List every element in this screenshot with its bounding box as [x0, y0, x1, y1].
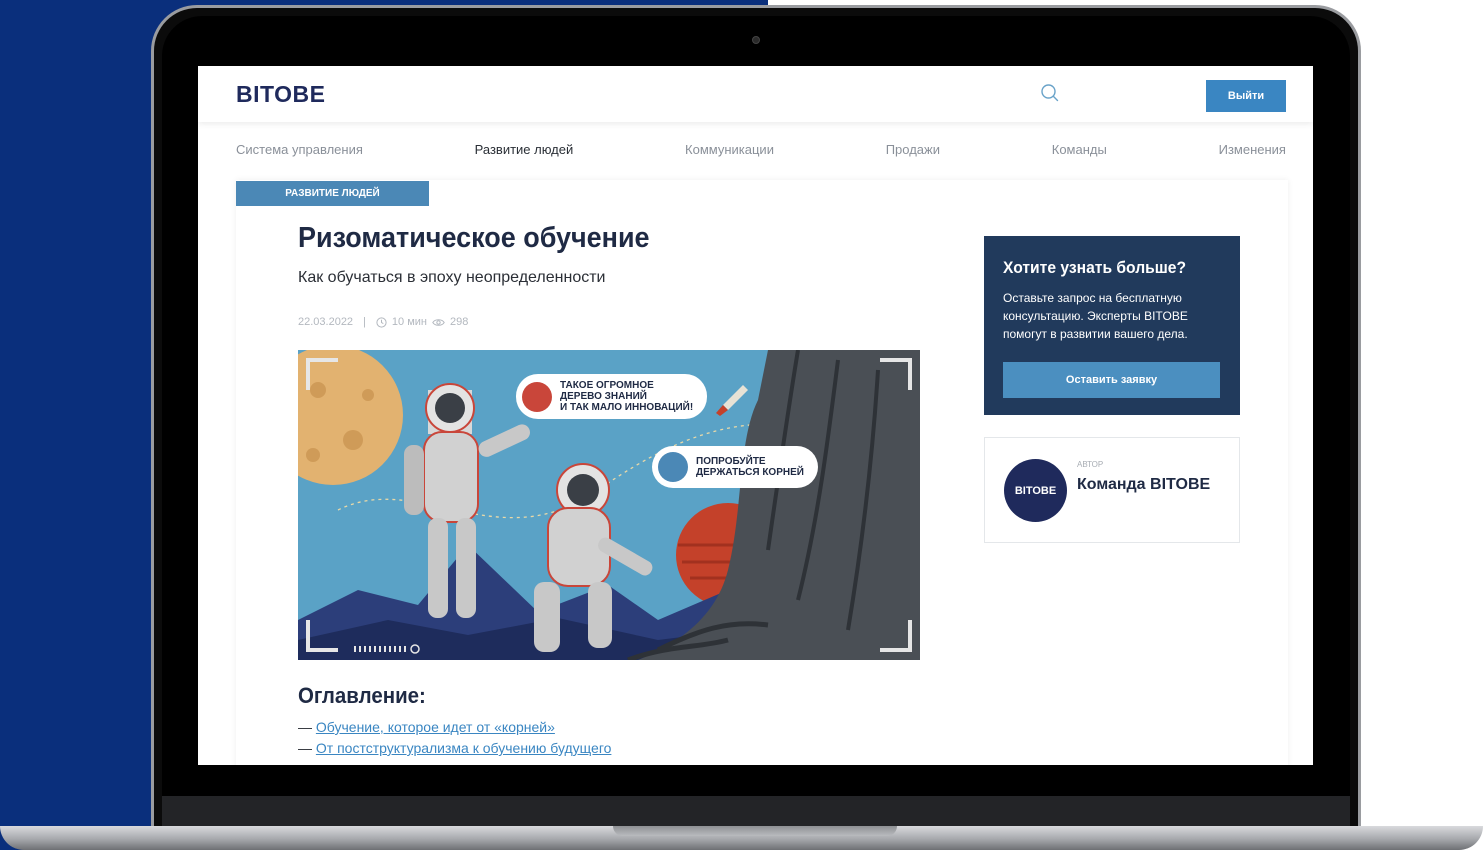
nav-item-sales[interactable]: Продажи	[886, 142, 940, 160]
meta-separator: |	[363, 316, 366, 328]
read-time: 10 мин	[391, 316, 427, 328]
toc-dash: —	[298, 740, 316, 756]
laptop-chin	[162, 796, 1350, 830]
top-bar: BITOBE Выйти	[198, 66, 1313, 122]
logo[interactable]: BITOBE	[236, 81, 325, 108]
toc-item: — Обучение, которое идет от «корней»	[298, 719, 555, 735]
logout-button[interactable]: Выйти	[1206, 80, 1286, 112]
nav-item-communications[interactable]: Коммуникации	[685, 142, 774, 160]
user-avatar-icon	[522, 381, 552, 412]
hero-image: ТАКОЕ ОГРОМНОЕ ДЕРЕВО ЗНАНИЙ И ТАК МАЛО …	[298, 350, 920, 660]
screen: BITOBE Выйти Система управления Развитие…	[198, 66, 1313, 765]
eye-icon	[432, 318, 445, 326]
author-name[interactable]: Команда BITOBE	[1077, 476, 1210, 494]
toc-dash: —	[298, 719, 316, 735]
hero-speech-bubble-1: ТАКОЕ ОГРОМНОЕ ДЕРЕВО ЗНАНИЙ И ТАК МАЛО …	[516, 374, 708, 419]
clock-icon	[376, 316, 387, 328]
main-nav: Система управления Развитие людей Коммун…	[236, 142, 1286, 160]
toc-title: Оглавление:	[298, 683, 426, 708]
toc-link-roots[interactable]: Обучение, которое идет от «корней»	[316, 719, 555, 735]
category-tag[interactable]: РАЗВИТИЕ ЛЮДЕЙ	[236, 181, 429, 206]
cta-title: Хотите узнать больше?	[1003, 258, 1187, 277]
laptop-notch	[613, 826, 897, 836]
view-count: 298	[450, 316, 469, 328]
search-icon[interactable]	[1040, 83, 1060, 103]
nav-item-management[interactable]: Система управления	[236, 142, 363, 160]
cta-text: Оставьте запрос на бесплатную консультац…	[1003, 291, 1188, 341]
toc-link-poststructuralism[interactable]: От постструктурализма к обучению будущег…	[316, 740, 612, 756]
author-label: АВТОР	[1077, 460, 1104, 469]
nav-item-people[interactable]: Развитие людей	[475, 142, 574, 160]
author-box: BITOBE АВТОР Команда BITOBE	[984, 437, 1240, 543]
author-avatar[interactable]: BITOBE	[1004, 459, 1067, 522]
article-meta: 22.03.2022 | 10 мин 298	[298, 316, 468, 328]
cta-box: Хотите узнать больше? Оставьте запрос на…	[984, 236, 1240, 415]
article-title: Ризоматическое обучение	[298, 222, 650, 254]
bubble-2-text: ПОПРОБУЙТЕ ДЕРЖАТЬСЯ КОРНЕЙ	[696, 456, 804, 478]
article-subtitle: Как обучаться в эпоху неопределенности	[298, 269, 606, 286]
user-avatar-icon	[658, 452, 688, 482]
request-button[interactable]: Оставить заявку	[1003, 362, 1220, 398]
nav-item-changes[interactable]: Изменения	[1219, 142, 1286, 160]
hero-speech-bubble-2: ПОПРОБУЙТЕ ДЕРЖАТЬСЯ КОРНЕЙ	[652, 446, 818, 488]
camera-icon	[752, 36, 760, 44]
nav-item-teams[interactable]: Команды	[1052, 142, 1107, 160]
article-date: 22.03.2022	[298, 316, 354, 328]
toc-item: — От постструктурализма к обучению будущ…	[298, 740, 611, 756]
bubble-1-text: ТАКОЕ ОГРОМНОЕ ДЕРЕВО ЗНАНИЙ И ТАК МАЛО …	[560, 380, 694, 413]
